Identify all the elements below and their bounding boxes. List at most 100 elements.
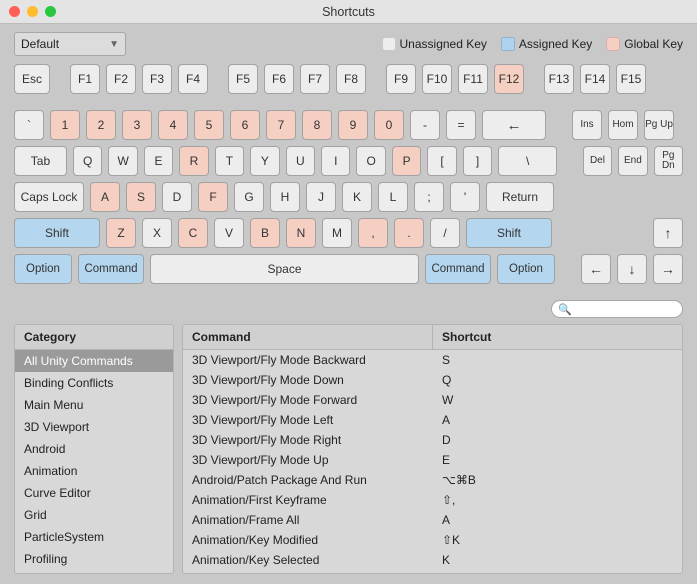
category-item[interactable]: Android [15, 438, 173, 460]
key-f15[interactable]: F15 [616, 64, 646, 94]
key-f9[interactable]: F9 [386, 64, 416, 94]
key-return[interactable]: Return [486, 182, 554, 212]
key-w[interactable]: W [108, 146, 137, 176]
key-f8[interactable]: F8 [336, 64, 366, 94]
key-x[interactable]: X [142, 218, 172, 248]
key-l[interactable]: L [378, 182, 408, 212]
key--[interactable]: \ [498, 146, 557, 176]
key-j[interactable]: J [306, 182, 336, 212]
key-f2[interactable]: F2 [106, 64, 136, 94]
key-q[interactable]: Q [73, 146, 102, 176]
key-del[interactable]: Del [583, 146, 612, 176]
key-i[interactable]: I [321, 146, 350, 176]
key-option[interactable]: Option [497, 254, 555, 284]
key--[interactable]: ↑ [653, 218, 683, 248]
key-pg-up[interactable]: Pg Up [644, 110, 674, 140]
key-f1[interactable]: F1 [70, 64, 100, 94]
key-y[interactable]: Y [250, 146, 279, 176]
key--[interactable]: ↓ [617, 254, 647, 284]
key-t[interactable]: T [215, 146, 244, 176]
key--[interactable]: → [653, 254, 683, 284]
key-command[interactable]: Command [425, 254, 491, 284]
minimize-icon[interactable] [27, 6, 38, 17]
command-row[interactable]: 3D Viewport/Fly Mode DownQ [183, 370, 682, 390]
key-a[interactable]: A [90, 182, 120, 212]
command-row[interactable]: 3D Viewport/Fly Mode UpE [183, 450, 682, 470]
key-6[interactable]: 6 [230, 110, 260, 140]
key-shift[interactable]: Shift [14, 218, 100, 248]
key-9[interactable]: 9 [338, 110, 368, 140]
command-list[interactable]: 3D Viewport/Fly Mode BackwardS3D Viewpor… [183, 350, 682, 573]
command-row[interactable]: 3D Viewport/Fly Mode RightD [183, 430, 682, 450]
key-8[interactable]: 8 [302, 110, 332, 140]
command-header-cmd[interactable]: Command [183, 325, 433, 349]
key-4[interactable]: 4 [158, 110, 188, 140]
key-option[interactable]: Option [14, 254, 72, 284]
key-f3[interactable]: F3 [142, 64, 172, 94]
command-row[interactable]: Android/Patch Package And Run⌥⌘B [183, 470, 682, 490]
key--[interactable]: / [430, 218, 460, 248]
category-item[interactable]: Profiling [15, 548, 173, 570]
key-pg-dn[interactable]: Pg Dn [654, 146, 683, 176]
category-item[interactable]: 3D Viewport [15, 416, 173, 438]
key--[interactable]: ' [450, 182, 480, 212]
key-5[interactable]: 5 [194, 110, 224, 140]
key-hom[interactable]: Hom [608, 110, 638, 140]
key-f5[interactable]: F5 [228, 64, 258, 94]
command-row[interactable]: 3D Viewport/Fly Mode ForwardW [183, 390, 682, 410]
key-p[interactable]: P [392, 146, 421, 176]
category-item[interactable]: Curve Editor [15, 482, 173, 504]
key--[interactable]: [ [427, 146, 456, 176]
key--[interactable]: ← [482, 110, 546, 140]
key-end[interactable]: End [618, 146, 647, 176]
key-f14[interactable]: F14 [580, 64, 610, 94]
key-k[interactable]: K [342, 182, 372, 212]
key-3[interactable]: 3 [122, 110, 152, 140]
key-u[interactable]: U [286, 146, 315, 176]
key-f11[interactable]: F11 [458, 64, 488, 94]
key-esc[interactable]: Esc [14, 64, 50, 94]
command-row[interactable]: Animation/Key SelectedK [183, 550, 682, 570]
key-f10[interactable]: F10 [422, 64, 452, 94]
search-field[interactable] [576, 303, 676, 315]
key--[interactable]: - [410, 110, 440, 140]
key-shift[interactable]: Shift [466, 218, 552, 248]
key-s[interactable]: S [126, 182, 156, 212]
search-input[interactable]: 🔍 [551, 300, 683, 318]
key-space[interactable]: Space [150, 254, 419, 284]
category-item[interactable]: All Unity Commands [15, 350, 173, 372]
key-g[interactable]: G [234, 182, 264, 212]
key-2[interactable]: 2 [86, 110, 116, 140]
key-z[interactable]: Z [106, 218, 136, 248]
command-row[interactable]: 3D Viewport/Fly Mode LeftA [183, 410, 682, 430]
command-row[interactable]: 3D Viewport/Fly Mode BackwardS [183, 350, 682, 370]
key-c[interactable]: C [178, 218, 208, 248]
command-row[interactable]: Animation/First Keyframe⇧, [183, 490, 682, 510]
category-list[interactable]: All Unity CommandsBinding ConflictsMain … [15, 350, 173, 573]
category-item[interactable]: ParticleSystem [15, 526, 173, 548]
command-header-sc[interactable]: Shortcut [433, 325, 682, 349]
category-item[interactable]: Scene Picking [15, 570, 173, 573]
key-f4[interactable]: F4 [178, 64, 208, 94]
profile-dropdown[interactable]: Default ▼ [14, 32, 126, 56]
category-item[interactable]: Grid [15, 504, 173, 526]
key-tab[interactable]: Tab [14, 146, 67, 176]
key--[interactable]: = [446, 110, 476, 140]
key--[interactable]: ; [414, 182, 444, 212]
key-f[interactable]: F [198, 182, 228, 212]
key-f12[interactable]: F12 [494, 64, 524, 94]
key-b[interactable]: B [250, 218, 280, 248]
key--[interactable]: ] [463, 146, 492, 176]
key-r[interactable]: R [179, 146, 208, 176]
key-h[interactable]: H [270, 182, 300, 212]
key-f6[interactable]: F6 [264, 64, 294, 94]
key-d[interactable]: D [162, 182, 192, 212]
key--[interactable]: . [394, 218, 424, 248]
category-item[interactable]: Animation [15, 460, 173, 482]
zoom-icon[interactable] [45, 6, 56, 17]
key-7[interactable]: 7 [266, 110, 296, 140]
key-o[interactable]: O [356, 146, 385, 176]
key-e[interactable]: E [144, 146, 173, 176]
command-row[interactable]: Animation/Frame AllA [183, 510, 682, 530]
key--[interactable]: , [358, 218, 388, 248]
